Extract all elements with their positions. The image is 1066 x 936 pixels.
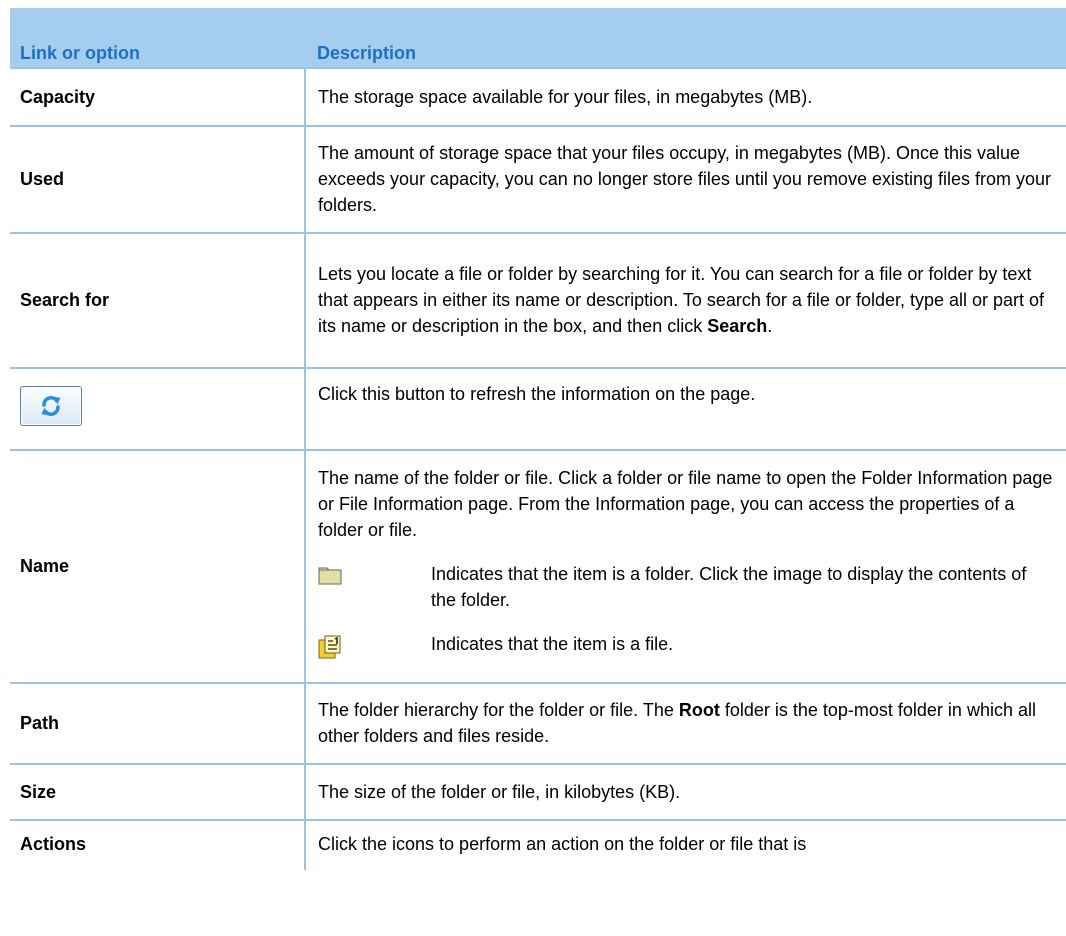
file-icon-legend: Indicates that the item is a file. (318, 631, 1056, 666)
file-icon (318, 635, 341, 659)
description-actions: Click the icons to perform an action on … (318, 834, 807, 854)
table-row-path: Path The folder hierarchy for the folder… (10, 683, 1066, 765)
term-path: Path (10, 683, 306, 765)
term-capacity: Capacity (10, 68, 306, 127)
file-icon-description: Indicates that the item is a file. (431, 634, 674, 654)
description-search-for-end: . (767, 316, 773, 336)
refresh-icon (41, 395, 61, 416)
description-search-for: Lets you locate a file or folder by sear… (305, 233, 1066, 369)
description-search-for-text: Lets you locate a file or folder by sear… (318, 264, 1045, 336)
term-refresh (10, 368, 306, 451)
table-row-name: Name The name of the folder or file. Cli… (10, 450, 1066, 684)
table-row-actions: Actions Click the icons to perform an ac… (10, 820, 1066, 870)
description-path: The folder hierarchy for the folder or f… (305, 683, 1066, 765)
table-row-used: Used The amount of storage space that yo… (10, 126, 1066, 234)
table-row-size: Size The size of the folder or file, in … (10, 764, 1066, 821)
folder-icon-legend: Indicates that the item is a folder. Cli… (318, 561, 1056, 613)
description-name-text: The name of the folder or file. Click a … (318, 468, 1053, 540)
folder-icon[interactable] (318, 565, 342, 585)
term-search-for: Search for (10, 233, 306, 369)
description-used: The amount of storage space that your fi… (305, 126, 1066, 234)
table-row-capacity: Capacity The storage space available for… (10, 68, 1066, 127)
refresh-button[interactable] (20, 385, 82, 426)
table-row-search-for: Search for Lets you locate a file or fol… (10, 233, 1066, 369)
description-refresh: Click this button to refresh the informa… (305, 368, 1066, 451)
term-size: Size (10, 764, 306, 821)
description-capacity: The storage space available for your fil… (305, 68, 1066, 127)
description-name: The name of the folder or file. Click a … (305, 450, 1066, 684)
search-button-reference: Search (707, 316, 768, 336)
table-header-row: Link or option Description (10, 8, 1066, 69)
root-folder-reference: Root (678, 700, 720, 720)
table-row-refresh: Click this button to refresh the informa… (10, 368, 1066, 451)
description-size: The size of the folder or file, in kilob… (305, 764, 1066, 821)
term-used: Used (10, 126, 306, 234)
header-term: Link or option (10, 8, 305, 69)
term-name: Name (10, 450, 306, 684)
term-actions: Actions (10, 820, 306, 870)
folder-icon-description: Indicates that the item is a folder. Cli… (431, 564, 1027, 610)
help-table: Link or option Description Capacity The … (10, 8, 1066, 870)
header-description: Description (305, 8, 1066, 69)
description-path-text: The folder hierarchy for the folder or f… (318, 700, 679, 720)
